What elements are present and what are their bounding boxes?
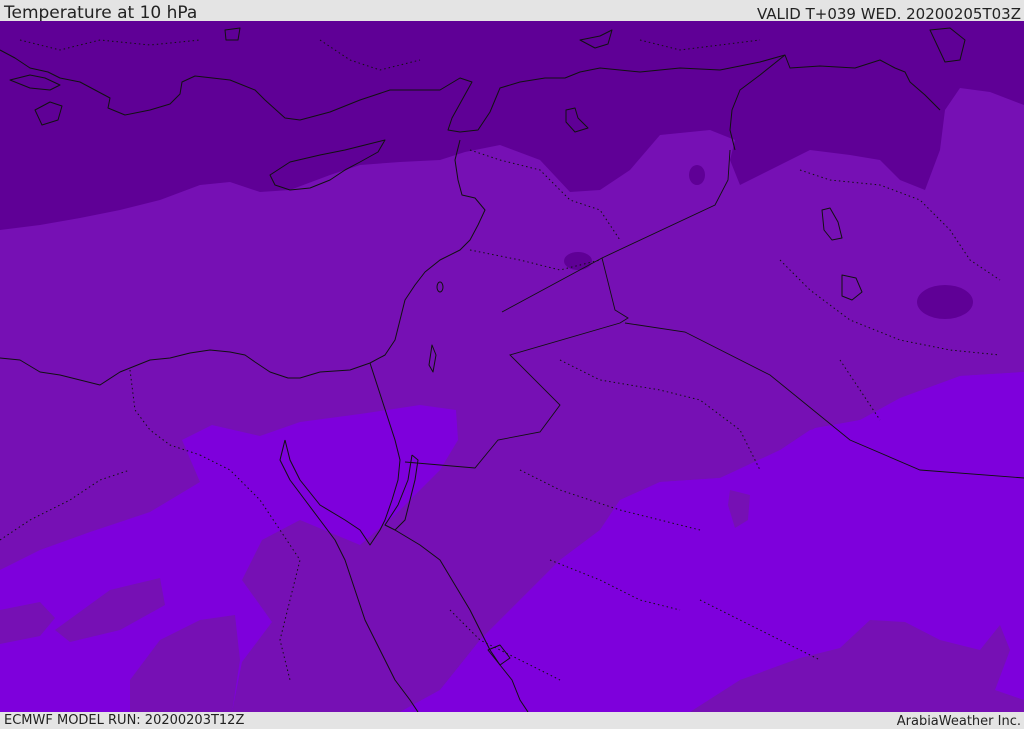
- map-title: Temperature at 10 hPa: [4, 3, 198, 23]
- credit-label: ArabiaWeather Inc.: [896, 714, 1021, 729]
- map-viewer: Temperature at 10 hPa VALID T+039 WED. 2…: [0, 0, 1024, 729]
- field-blob-3: [917, 285, 973, 319]
- temperature-map: [0, 21, 1024, 712]
- field-blob-1: [689, 165, 705, 185]
- model-run-label: ECMWF MODEL RUN: 20200203T12Z: [4, 713, 245, 728]
- field-blob-2: [564, 252, 592, 270]
